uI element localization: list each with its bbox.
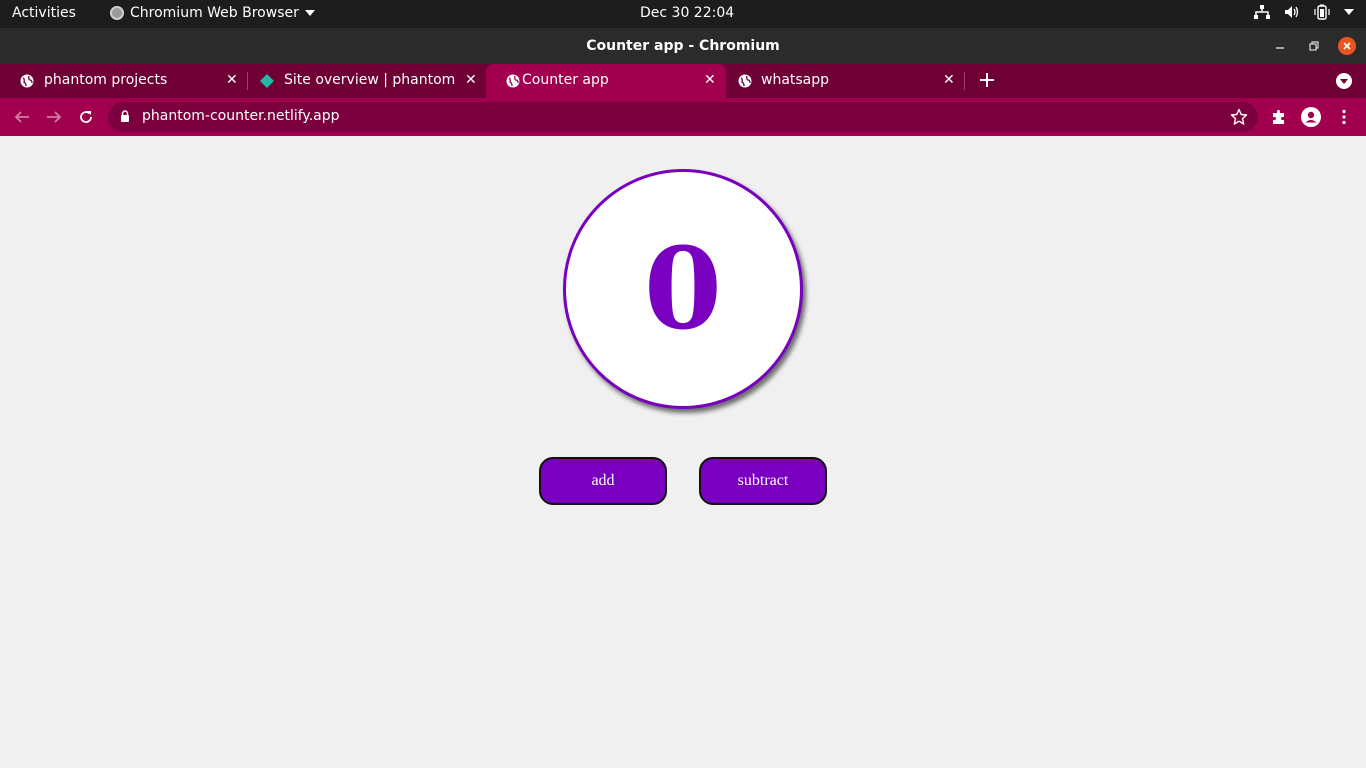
minimize-button[interactable] (1271, 37, 1289, 55)
system-menu-caret-icon (1344, 9, 1354, 15)
address-bar[interactable]: phantom-counter.netlify.app (108, 102, 1258, 132)
arrow-left-icon (14, 111, 29, 123)
window-title-bar: Counter app - Chromium (0, 28, 1366, 64)
tab-phantom-projects[interactable]: phantom projects ✕ (0, 64, 246, 98)
tab-search-button[interactable] (1336, 73, 1352, 89)
puzzle-icon (1273, 110, 1284, 124)
tab-strip: phantom projects ✕ Site overview | phant… (0, 64, 1366, 98)
close-window-button[interactable] (1338, 37, 1356, 55)
globe-icon (20, 74, 34, 88)
reload-icon (80, 111, 92, 123)
web-page: 0 add subtract (0, 136, 1366, 768)
profile-button[interactable] (1300, 106, 1322, 128)
chevron-down-icon (304, 10, 315, 16)
star-icon[interactable] (1230, 108, 1248, 126)
add-button[interactable]: add (539, 457, 667, 505)
menu-button[interactable] (1333, 106, 1355, 128)
avatar-icon (1301, 107, 1321, 127)
globe-icon (738, 74, 752, 88)
close-icon (1343, 42, 1351, 50)
maximize-button[interactable] (1305, 37, 1323, 55)
tab-site-overview[interactable]: Site overview | phantom-c ✕ (240, 64, 486, 98)
tab-separator (964, 72, 965, 90)
close-icon[interactable]: ✕ (943, 72, 955, 88)
counter-display: 0 (563, 169, 803, 409)
new-tab-button[interactable] (977, 70, 997, 90)
system-top-bar: Activities Chromium Web Browser Dec 30 2… (0, 0, 1366, 28)
network-icon (1254, 5, 1270, 19)
subtract-button[interactable]: subtract (699, 457, 827, 505)
volume-icon (1285, 6, 1299, 18)
system-tray[interactable] (1254, 4, 1354, 20)
lock-icon (121, 110, 129, 122)
extensions-button[interactable] (1268, 106, 1290, 128)
back-button[interactable] (11, 106, 33, 128)
plus-icon (980, 73, 994, 87)
close-icon[interactable]: ✕ (226, 72, 238, 88)
forward-button[interactable] (43, 106, 65, 128)
browser-toolbar: phantom-counter.netlify.app (0, 98, 1366, 136)
close-icon[interactable]: ✕ (704, 72, 716, 88)
clock[interactable]: Dec 30 22:04 (640, 5, 734, 21)
app-menu[interactable]: Chromium Web Browser (110, 5, 315, 21)
globe-icon (506, 74, 520, 88)
arrow-right-icon (47, 111, 62, 123)
tab-title: whatsapp (761, 72, 830, 88)
tab-title: phantom projects (44, 72, 168, 88)
url-text[interactable]: phantom-counter.netlify.app (142, 108, 340, 124)
chromium-app-icon (110, 6, 124, 20)
close-icon[interactable]: ✕ (465, 72, 477, 88)
tab-counter-app[interactable]: Counter app ✕ (486, 64, 726, 98)
tab-title: Counter app (522, 72, 609, 88)
netlify-diamond-icon (260, 74, 274, 88)
restore-icon (1309, 41, 1319, 51)
activities-button[interactable]: Activities (12, 5, 76, 21)
minimize-icon (1276, 47, 1284, 49)
more-vertical-icon (1342, 109, 1346, 125)
tab-whatsapp[interactable]: whatsapp ✕ (726, 64, 966, 98)
window-title: Counter app - Chromium (586, 38, 780, 54)
app-menu-label: Chromium Web Browser (130, 5, 299, 21)
tab-title: Site overview | phantom-c (284, 72, 456, 88)
counter-value: 0 (644, 224, 722, 355)
reload-button[interactable] (75, 106, 97, 128)
battery-icon (1314, 4, 1330, 20)
